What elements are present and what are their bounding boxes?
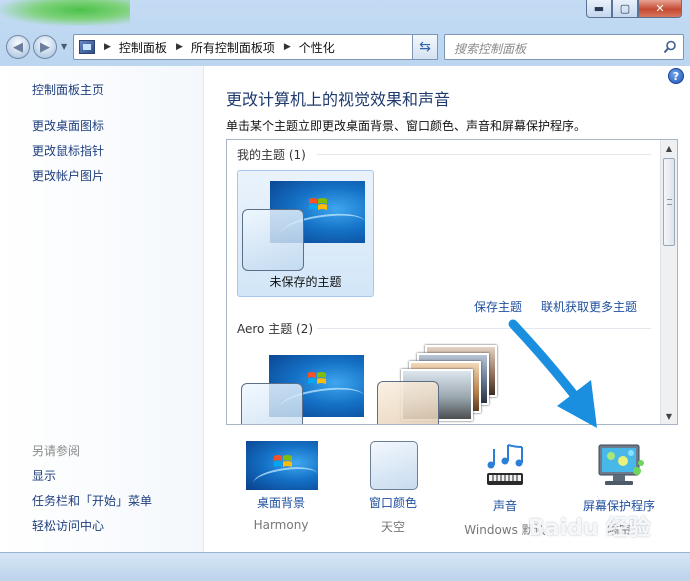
save-theme-link[interactable]: 保存主题: [474, 298, 522, 315]
breadcrumb-all-items[interactable]: 所有控制面板项: [191, 39, 275, 56]
desktop-background-peek: [0, 0, 130, 26]
breadcrumb-separator[interactable]: ▶: [284, 42, 291, 52]
windows-logo-icon: [308, 372, 326, 384]
refresh-icon: ⇆: [419, 39, 431, 55]
theme-list-scrollbar[interactable]: ▲ ▼: [660, 140, 677, 424]
theme-window-color-preview: [241, 383, 303, 424]
sidebar-item-control-panel-home[interactable]: 控制面板主页: [32, 81, 104, 98]
windows-logo-icon: [309, 198, 327, 210]
scroll-up-arrow[interactable]: ▲: [661, 140, 677, 156]
desktop-background-button[interactable]: 桌面背景 Harmony: [229, 441, 333, 532]
sidebar-item-account-picture[interactable]: 更改帐户图片: [32, 167, 104, 184]
window-frame: ▬ ▢ ✕ ◀ ▶ ▼ ▶ 控制面板 ▶ 所有控制面板项 ▶ 个性化 ▼ ⇆ 搜…: [0, 0, 690, 581]
refresh-button[interactable]: ⇆: [412, 34, 438, 60]
theme-windows7[interactable]: [237, 345, 374, 424]
task-pane: 控制面板主页 更改桌面图标 更改鼠标指针 更改帐户图片 另请参阅 显示 任务栏和…: [0, 66, 204, 552]
page-description: 单击某个主题立即更改桌面背景、窗口颜色、声音和屏幕保护程序。: [226, 119, 587, 133]
minimize-button[interactable]: ▬: [586, 0, 612, 18]
search-icon[interactable]: [663, 40, 677, 54]
see-also-ease-of-access[interactable]: 轻松访问中心: [32, 517, 104, 534]
window-color-value: 天空: [380, 520, 405, 534]
scroll-thumb[interactable]: [663, 158, 675, 246]
back-arrow-icon: ◀: [13, 39, 23, 55]
music-notes-icon: [487, 444, 523, 485]
page-title: 更改计算机上的视觉效果和声音: [226, 90, 451, 109]
watermark: Baidu 经验: [528, 516, 651, 541]
maximize-button[interactable]: ▢: [612, 0, 638, 18]
forward-arrow-icon: ▶: [40, 39, 50, 55]
theme-landscapes[interactable]: [377, 345, 514, 424]
my-themes-heading: 我的主题 (1): [237, 148, 306, 162]
scroll-down-arrow[interactable]: ▼: [661, 408, 677, 424]
control-panel-icon: [79, 40, 95, 54]
see-also-heading: 另请参阅: [32, 444, 81, 458]
sidebar-item-mouse-pointers[interactable]: 更改鼠标指针: [32, 142, 104, 159]
breadcrumb-control-panel[interactable]: 控制面板: [119, 39, 167, 56]
content-area: 控制面板主页 更改桌面图标 更改鼠标指针 更改帐户图片 另请参阅 显示 任务栏和…: [0, 66, 690, 552]
address-bar[interactable]: ▶ 控制面板 ▶ 所有控制面板项 ▶ 个性化 ▼: [73, 34, 438, 60]
theme-window-color-preview: [377, 381, 439, 424]
back-button[interactable]: ◀: [6, 35, 30, 59]
scroll-grip: [667, 199, 672, 205]
theme-unsaved-label: 未保存的主题: [269, 275, 342, 289]
window-color-button[interactable]: 窗口颜色 天空: [341, 441, 445, 535]
recent-pages-dropdown[interactable]: ▼: [61, 42, 67, 51]
search-placeholder: 搜索控制面板: [454, 42, 527, 56]
breadcrumb-personalization[interactable]: 个性化: [299, 39, 335, 56]
group-divider: [317, 154, 651, 155]
status-bar: [0, 552, 690, 581]
navigation-bar: ◀ ▶ ▼ ▶ 控制面板 ▶ 所有控制面板项 ▶ 个性化 ▼ ⇆ 搜索控制面板: [0, 28, 690, 64]
see-also-taskbar[interactable]: 任务栏和「开始」菜单: [32, 492, 152, 509]
aero-themes-heading: Aero 主题 (2): [237, 322, 314, 336]
main-pane: ? 更改计算机上的视觉效果和声音 单击某个主题立即更改桌面背景、窗口颜色、声音和…: [205, 66, 690, 552]
forward-button[interactable]: ▶: [33, 35, 57, 59]
breadcrumb-separator[interactable]: ▶: [176, 42, 183, 52]
caption-buttons: ▬ ▢ ✕: [586, 0, 682, 18]
desktop-background-value: Harmony: [253, 518, 309, 532]
get-more-themes-link[interactable]: 联机获取更多主题: [541, 298, 637, 315]
group-divider: [317, 328, 651, 329]
close-button[interactable]: ✕: [638, 0, 682, 18]
theme-window-color-preview: [242, 209, 304, 271]
windows-logo-icon: [274, 455, 292, 467]
see-also-display[interactable]: 显示: [32, 467, 56, 484]
window-color-label: 窗口颜色: [368, 496, 417, 510]
theme-unsaved[interactable]: 未保存的主题: [237, 170, 374, 297]
sidebar-item-desktop-icons[interactable]: 更改桌面图标: [32, 117, 104, 134]
desktop-background-label: 桌面背景: [256, 496, 305, 510]
theme-list[interactable]: 我的主题 (1) 未保存的主题 保存主题 联机获取更多主题 Aero 主题 (2: [226, 139, 678, 425]
search-input[interactable]: 搜索控制面板: [444, 34, 684, 60]
title-bar: ▬ ▢ ✕: [0, 0, 690, 26]
help-icon[interactable]: ?: [668, 68, 684, 84]
screensaver-monitor-icon: [598, 444, 644, 485]
breadcrumb-separator[interactable]: ▶: [104, 42, 111, 52]
window-color-swatch: [370, 441, 418, 490]
